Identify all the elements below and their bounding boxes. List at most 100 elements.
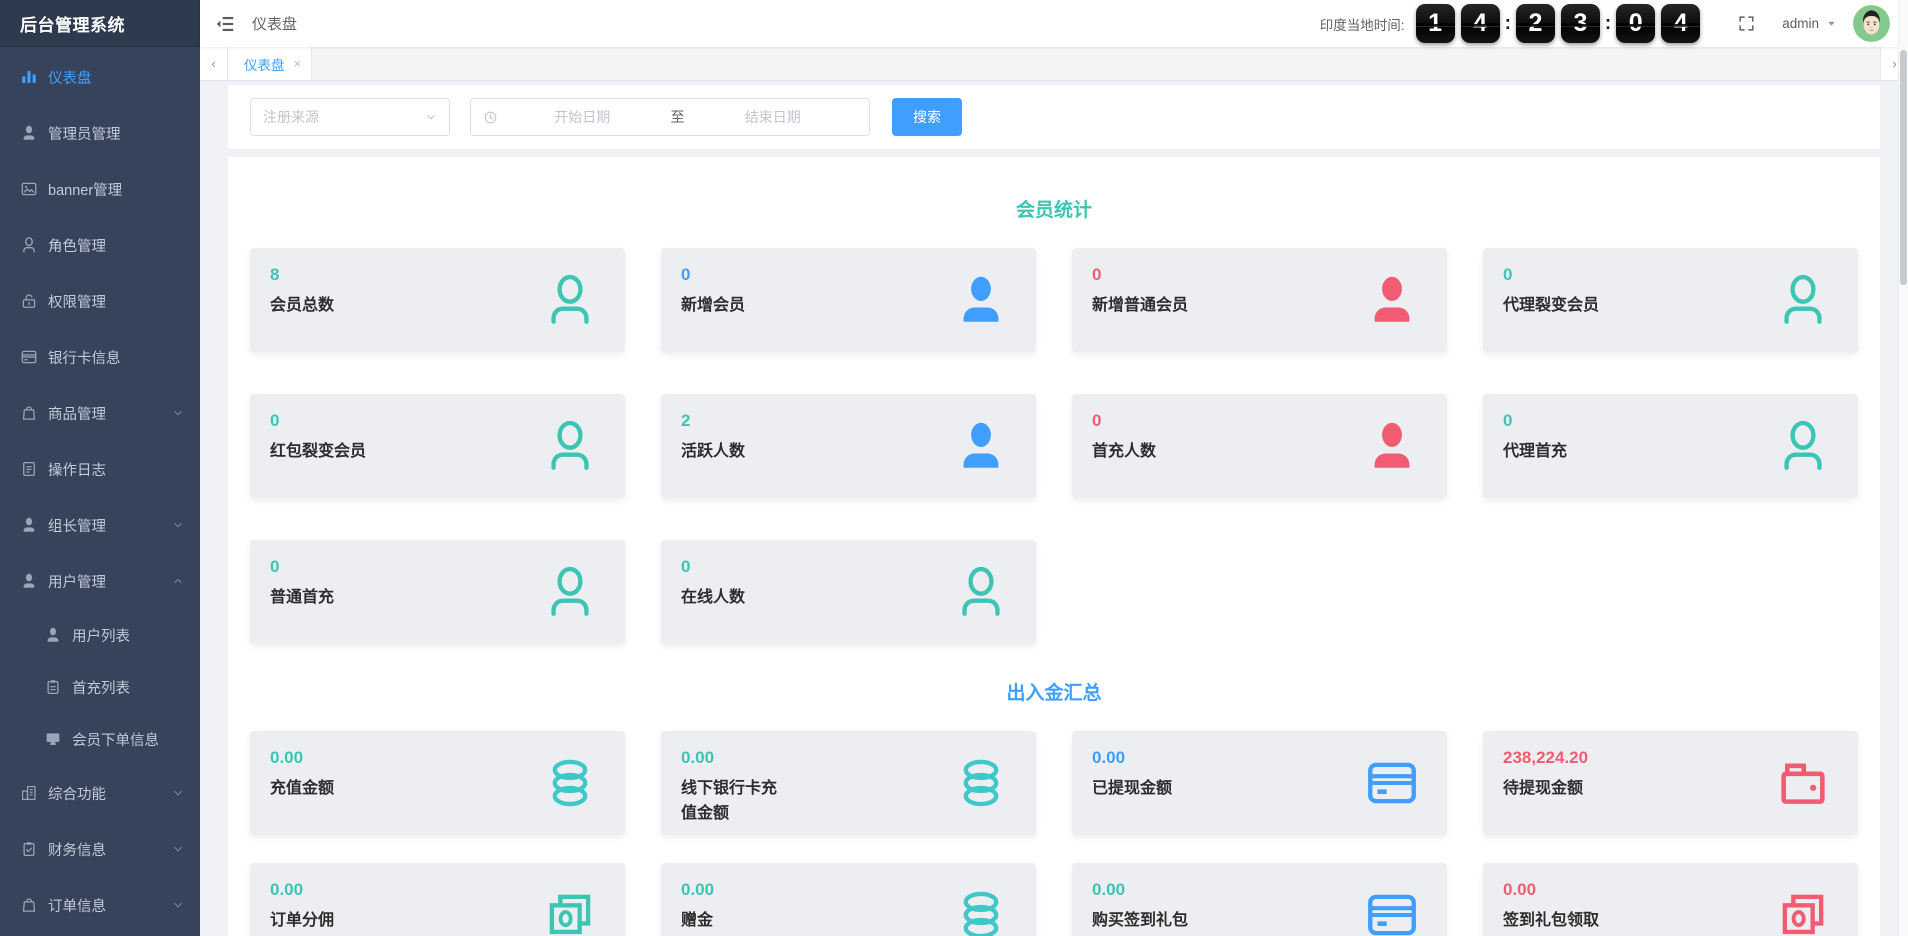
stat-label: 红包裂变会员 <box>270 440 374 465</box>
image-icon <box>20 180 38 198</box>
register-source-select[interactable]: 注册来源 <box>250 98 450 136</box>
stat-label: 订单分佣 <box>270 909 374 934</box>
start-date-placeholder[interactable]: 开始日期 <box>498 107 667 127</box>
sidebar-item-label: 仪表盘 <box>48 67 92 88</box>
sidebar-item-label: 商品管理 <box>48 403 106 424</box>
scrollbar-thumb[interactable] <box>1900 50 1907 285</box>
register-source-placeholder: 注册来源 <box>263 107 319 127</box>
avatar[interactable] <box>1853 5 1890 42</box>
tab-close-icon[interactable]: × <box>294 56 302 71</box>
top-header: 仪表盘 印度当地时间: 14:23:04 admin <box>200 0 1908 47</box>
section-title-fund-summary: 出入金汇总 <box>250 678 1858 705</box>
fund-summary-grid: 0.00充值金额0.00线下银行卡充值金额0.00已提现金额238,224.20… <box>250 731 1858 936</box>
clock-digit: 2 <box>1516 4 1555 43</box>
search-button[interactable]: 搜索 <box>892 98 962 136</box>
stat-label: 首充人数 <box>1092 440 1196 465</box>
sidebar-item-label: 财务信息 <box>48 839 106 860</box>
sidebar-item-label: 用户管理 <box>48 571 106 592</box>
clock-digit: 3 <box>1561 4 1600 43</box>
sidebar-item-label: 角色管理 <box>48 235 106 256</box>
stat-card-order-commission: 0.00订单分佣 <box>250 863 625 936</box>
document-icon <box>20 460 38 478</box>
user-solid-icon <box>952 417 1010 475</box>
stat-card-redpacket-fission-members: 0红包裂变会员 <box>250 394 625 498</box>
clipboard-check-icon <box>20 840 38 858</box>
tab-bar: ‹ 仪表盘× › <box>200 47 1908 81</box>
sidebar-item-role-management[interactable]: 角色管理 <box>0 217 200 273</box>
stat-card-first-charge-users: 0首充人数 <box>1072 394 1447 498</box>
chevron-down-icon <box>172 407 184 419</box>
stat-label: 已提现金额 <box>1092 777 1196 802</box>
user-solid-icon <box>44 626 62 644</box>
sidebar: 后台管理系统 仪表盘管理员管理banner管理角色管理权限管理银行卡信息商品管理… <box>0 0 200 936</box>
user-solid-icon <box>1363 417 1421 475</box>
sidebar-item-order-info[interactable]: 订单信息 <box>0 877 200 933</box>
user-outline-icon <box>541 271 599 329</box>
wallet-icon <box>1774 754 1832 812</box>
coins-icon <box>952 754 1010 812</box>
coins-icon <box>952 886 1010 936</box>
clock-digit: 0 <box>1616 4 1655 43</box>
sidebar-item-bank-card-info[interactable]: 银行卡信息 <box>0 329 200 385</box>
user-menu[interactable]: admin <box>1782 16 1837 31</box>
stat-label: 签到礼包领取 <box>1503 909 1607 934</box>
sidebar-item-label: 权限管理 <box>48 291 106 312</box>
chevron-down-icon <box>172 787 184 799</box>
sidebar-item-comprehensive-functions[interactable]: 综合功能 <box>0 765 200 821</box>
chevron-down-icon <box>172 843 184 855</box>
tab-label: 仪表盘 <box>244 54 285 74</box>
sidebar-item-dashboard[interactable]: 仪表盘 <box>0 49 200 105</box>
stat-card-active-users: 2活跃人数 <box>661 394 1036 498</box>
sidebar-item-leader-management[interactable]: 组长管理 <box>0 497 200 553</box>
sidebar-item-operation-log[interactable]: 操作日志 <box>0 441 200 497</box>
stat-card-new-members: 0新增会员 <box>661 248 1036 352</box>
sidebar-item-user-list[interactable]: 用户列表 <box>0 609 200 661</box>
date-range-picker[interactable]: 开始日期 至 结束日期 <box>470 98 870 136</box>
sidebar-item-permission-management[interactable]: 权限管理 <box>0 273 200 329</box>
bar-chart-icon <box>20 68 38 86</box>
sidebar-menu: 仪表盘管理员管理banner管理角色管理权限管理银行卡信息商品管理操作日志组长管… <box>0 47 200 933</box>
member-stats-grid: 8会员总数0新增会员0新增普通会员0代理裂变会员0红包裂变会员2活跃人数0首充人… <box>250 248 1858 644</box>
user-solid-icon <box>20 572 38 590</box>
stat-label: 代理裂变会员 <box>1503 294 1607 319</box>
stat-label: 新增普通会员 <box>1092 294 1196 319</box>
sidebar-item-finance-info[interactable]: 财务信息 <box>0 821 200 877</box>
stat-card-agent-first-charge: 0代理首充 <box>1483 394 1858 498</box>
stat-label: 在线人数 <box>681 586 785 611</box>
stat-card-pending-withdrawal: 238,224.20待提现金额 <box>1483 731 1858 835</box>
sidebar-item-member-order-info[interactable]: 会员下单信息 <box>0 713 200 765</box>
coins-icon <box>541 754 599 812</box>
sidebar-item-user-management[interactable]: 用户管理 <box>0 553 200 609</box>
sidebar-item-label: 银行卡信息 <box>48 347 121 368</box>
user-outline-icon <box>541 417 599 475</box>
stat-label: 活跃人数 <box>681 440 785 465</box>
sidebar-item-label: 用户列表 <box>72 625 130 646</box>
page-content: 注册来源 开始日期 至 结束日期 搜索 会员统计8会员总数0新增会员0新增普通会… <box>200 81 1908 936</box>
tabs-scroll-left-button[interactable]: ‹ <box>200 47 228 80</box>
chevron-down-icon <box>172 899 184 911</box>
clock-colon: : <box>1505 13 1511 35</box>
stat-card-bonus: 0.00赠金 <box>661 863 1036 936</box>
sidebar-item-label: 会员下单信息 <box>72 729 159 750</box>
stat-card-offline-bank-recharge: 0.00线下银行卡充值金额 <box>661 731 1036 835</box>
fullscreen-icon[interactable] <box>1737 14 1756 33</box>
sidebar-item-product-management[interactable]: 商品管理 <box>0 385 200 441</box>
clock-digit: 4 <box>1661 4 1700 43</box>
stat-label: 赠金 <box>681 909 785 934</box>
sidebar-collapse-icon[interactable] <box>214 13 236 35</box>
tab-仪表盘[interactable]: 仪表盘 × <box>228 47 312 80</box>
chevron-up-icon <box>172 575 184 587</box>
stat-card-member-total: 8会员总数 <box>250 248 625 352</box>
sidebar-item-first-charge-list[interactable]: 首充列表 <box>0 661 200 713</box>
end-date-placeholder[interactable]: 结束日期 <box>689 107 858 127</box>
stat-card-new-normal-members: 0新增普通会员 <box>1072 248 1447 352</box>
user-outline-icon <box>952 563 1010 621</box>
sidebar-item-admin-management[interactable]: 管理员管理 <box>0 105 200 161</box>
shopping-bag-icon <box>20 404 38 422</box>
stat-label: 新增会员 <box>681 294 785 319</box>
stat-label: 充值金额 <box>270 777 374 802</box>
sidebar-item-banner-management[interactable]: banner管理 <box>0 161 200 217</box>
money-icon <box>541 886 599 936</box>
sidebar-item-label: 综合功能 <box>48 783 106 804</box>
monitor-icon <box>44 730 62 748</box>
